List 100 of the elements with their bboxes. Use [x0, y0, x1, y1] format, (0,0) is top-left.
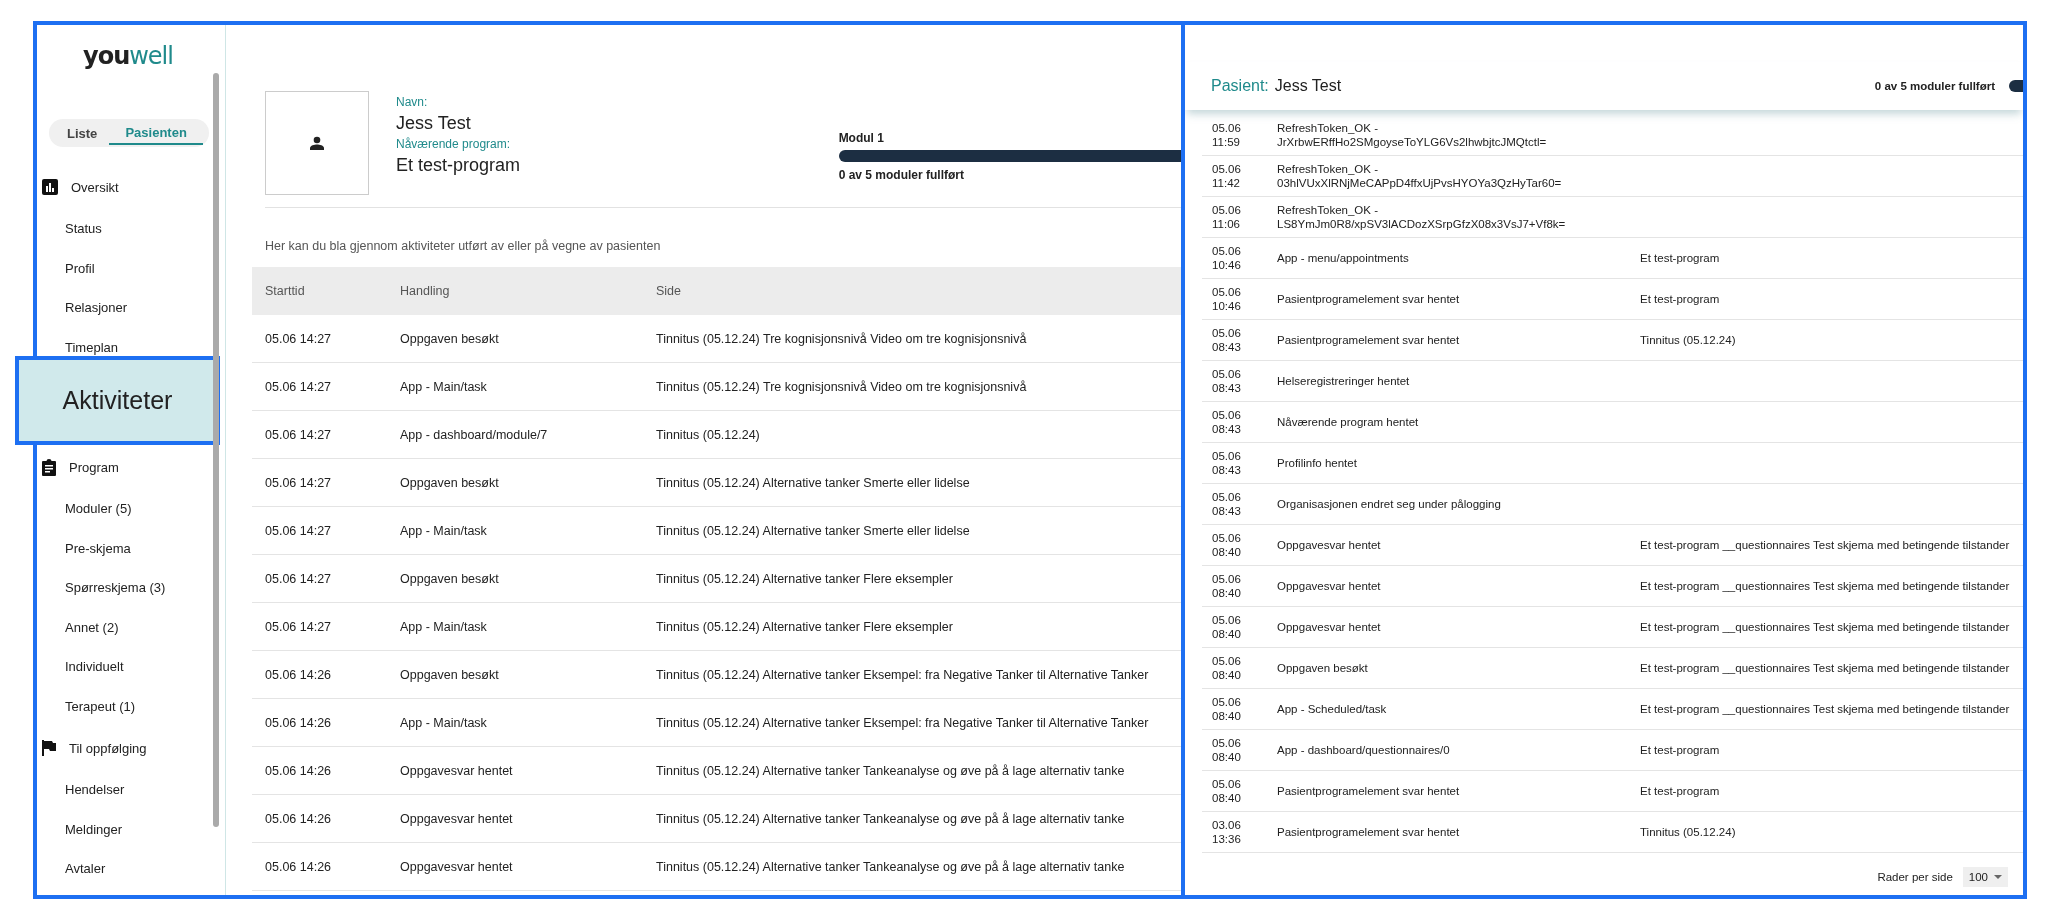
table-cell-text: 05.06 08:40 — [1212, 653, 1242, 683]
sidebar-item[interactable]: Annet (2) — [65, 617, 119, 637]
tab[interactable]: Liste — [55, 121, 110, 145]
table-cell: Pasientprogramelement svar hentet — [1277, 333, 1460, 346]
table-cell: Et test-program __questionnaires Test skjema med betingende tilstander — [1640, 702, 2010, 715]
table-cell: Profilinfo hentet — [1277, 456, 1357, 469]
table-cell: Oppgavesvar hentet — [400, 763, 513, 778]
table-cell: 05.06 14:26 — [265, 715, 332, 730]
sidebar-item[interactable]: Individuelt — [65, 657, 124, 676]
table-cell: 05.06 14:27 — [265, 427, 332, 442]
column-header[interactable]: Side — [656, 284, 682, 298]
table-cell: Helseregistreringer hentet — [1277, 374, 1410, 387]
table-cell: Oppgaven besøkt — [1277, 661, 1368, 674]
table-cell: Tinnitus (05.12.24) Alternative tanker Eksempel: fra Negative Tanker til Alternative Tanker — [656, 667, 1149, 682]
rows-per-page-select[interactable]: 100 — [1962, 867, 2008, 887]
table-cell: 05.06 14:27 — [265, 379, 332, 394]
progress-text: 0 av 5 moduler fullført — [1874, 80, 1995, 92]
table-cell-text: 05.06 11:42 — [1212, 161, 1242, 191]
table-cell-text: 05.06 10:46 — [1212, 284, 1242, 314]
sidebar-item[interactable]: Relasjoner — [65, 298, 128, 317]
table-cell: 05.06 14:27 — [265, 571, 332, 586]
table-cell-text: 05.06 08:43 — [1212, 448, 1242, 478]
section-header[interactable]: Program — [69, 459, 119, 475]
table-cell: Tinnitus (05.12.24) — [656, 427, 760, 442]
tab[interactable]: Pasienten — [109, 121, 203, 145]
table-cell: Tinnitus (05.12.24) Alternative tanker Smerte eller lidelse — [656, 475, 970, 490]
patient-name: Jess Test — [1274, 77, 1342, 95]
table-cell: 05.06 14:26 — [265, 667, 332, 682]
field-label: Nåværende program: — [396, 137, 511, 153]
module-label: Modul 1 — [838, 131, 884, 145]
table-cell: Et test-program __questionnaires Test skjema med betingende tilstander — [1640, 661, 2010, 674]
section-header[interactable]: Til oppfølging — [69, 740, 147, 756]
table-cell: Et test-program __questionnaires Test skjema med betingende tilstander — [1640, 620, 2010, 633]
table-cell: App - Main/task — [400, 379, 487, 394]
table-cell-text: 05.06 08:40 — [1212, 571, 1242, 601]
program-name: Et test-program — [396, 154, 521, 177]
sidebar-item[interactable]: Pre-skjema — [65, 538, 131, 558]
table-cell: Et test-program — [1640, 743, 1720, 756]
table-cell-text: 05.06 08:40 — [1212, 735, 1242, 765]
scrollbar[interactable] — [213, 73, 219, 827]
sidebar-item[interactable]: Spørreskjema (3) — [65, 578, 166, 597]
table-cell: Oppgavesvar hentet — [1277, 620, 1381, 633]
table-cell: Oppgaven besøkt — [400, 331, 499, 346]
bar-chart-icon — [42, 179, 58, 195]
table-cell: App - dashboard/questionnaires/0 — [1277, 743, 1450, 756]
table-cell-text: 03.06 13:36 — [1212, 817, 1242, 847]
table-cell: Et test-program __questionnaires Test skjema med betingende tilstander — [1640, 579, 2010, 592]
clipboard-icon — [42, 458, 56, 476]
table-cell: App - dashboard/module/7 — [400, 427, 548, 442]
sidebar-item[interactable]: Hendelser — [65, 780, 125, 799]
table-cell-text: 05.06 11:59 — [1212, 120, 1242, 150]
table-cell: 05.06 14:27 — [265, 523, 332, 538]
table-cell: Tinnitus (05.12.24) Alternative tanker Flere eksempler — [656, 571, 953, 586]
table-cell: Tinnitus (05.12.24) Alternative tanker Flere eksempler — [656, 619, 953, 634]
table-cell: Tinnitus (05.12.24) Alternative tanker Tankeanalyse og øve på å lage alternativ tanke — [656, 859, 1125, 874]
table-cell: Tinnitus (05.12.24) — [1640, 333, 1736, 346]
sidebar-item[interactable]: Avtaler — [65, 859, 106, 878]
table-cell: App - Scheduled/task — [1277, 702, 1387, 715]
table-cell: Oppgaven besøkt — [400, 475, 499, 490]
table-cell: Oppgavesvar hentet — [400, 859, 513, 874]
sidebar-item[interactable]: Moduler (5) — [65, 499, 132, 518]
table-cell: App - Main/task — [400, 715, 487, 730]
table-cell: Et test-program — [1640, 784, 1720, 797]
progress-text: 0 av 5 moduler fullført — [838, 168, 964, 182]
table-cell: Tinnitus (05.12.24) Alternative tanker Smerte eller lidelse — [656, 523, 970, 538]
table-cell: App - Main/task — [400, 523, 487, 538]
table-cell: Oppgavesvar hentet — [400, 811, 513, 826]
caret-icon — [1994, 875, 2002, 879]
table-cell: Et test-program — [1640, 251, 1720, 264]
table-cell: Et test-program — [1640, 292, 1720, 305]
table-cell: Tinnitus (05.12.24) Tre kognisjonsnivå Video om tre kognisjonsnivå — [656, 379, 1027, 394]
table-cell: Oppgavesvar hentet — [1277, 579, 1381, 592]
table-cell: App - menu/appointments — [1277, 251, 1409, 264]
person-icon — [310, 136, 324, 150]
column-header[interactable]: Handling — [400, 284, 450, 298]
table-cell-text: 05.06 11:06 — [1212, 202, 1242, 232]
sidebar-item[interactable]: Meldinger — [65, 819, 123, 839]
sidebar-item[interactable]: Timeplan — [65, 337, 118, 357]
table-cell: 05.06 14:26 — [265, 859, 332, 874]
column-header[interactable]: Starttid — [265, 284, 305, 298]
table-cell: Pasientprogramelement svar hentet — [1277, 825, 1460, 838]
table-cell: Tinnitus (05.12.24) — [1640, 825, 1736, 838]
table-cell: 05.06 14:27 — [265, 619, 332, 634]
rows-per-page-label: Rader per side — [1877, 871, 1953, 883]
table-cell-text: 05.06 10:46 — [1212, 243, 1242, 273]
table-cell-text: 05.06 08:40 — [1212, 612, 1242, 642]
flag-icon — [42, 740, 56, 756]
table-cell: Pasientprogramelement svar hentet — [1277, 784, 1460, 797]
sidebar-item[interactable]: Profil — [65, 258, 95, 278]
table-cell: 05.06 14:27 — [265, 331, 332, 346]
table-cell: Tinnitus (05.12.24) Alternative tanker Tankeanalyse og øve på å lage alternativ tanke — [656, 811, 1125, 826]
description: Her kan du bla gjennom aktiviteter utført av eller på vegne av pasienten — [265, 239, 661, 253]
table-cell-text: 05.06 08:43 — [1212, 366, 1242, 396]
sidebar-item[interactable]: Terapeut (1) — [65, 696, 136, 716]
table-cell: Tinnitus (05.12.24) Tre kognisjonsnivå Video om tre kognisjonsnivå — [656, 331, 1027, 346]
section-header[interactable]: Oversikt — [71, 179, 119, 195]
sidebar-item[interactable]: Status — [65, 219, 102, 238]
table-cell-text: 05.06 08:43 — [1212, 489, 1242, 519]
table-cell: Oppgaven besøkt — [400, 571, 499, 586]
field-label: Navn: — [396, 95, 428, 111]
